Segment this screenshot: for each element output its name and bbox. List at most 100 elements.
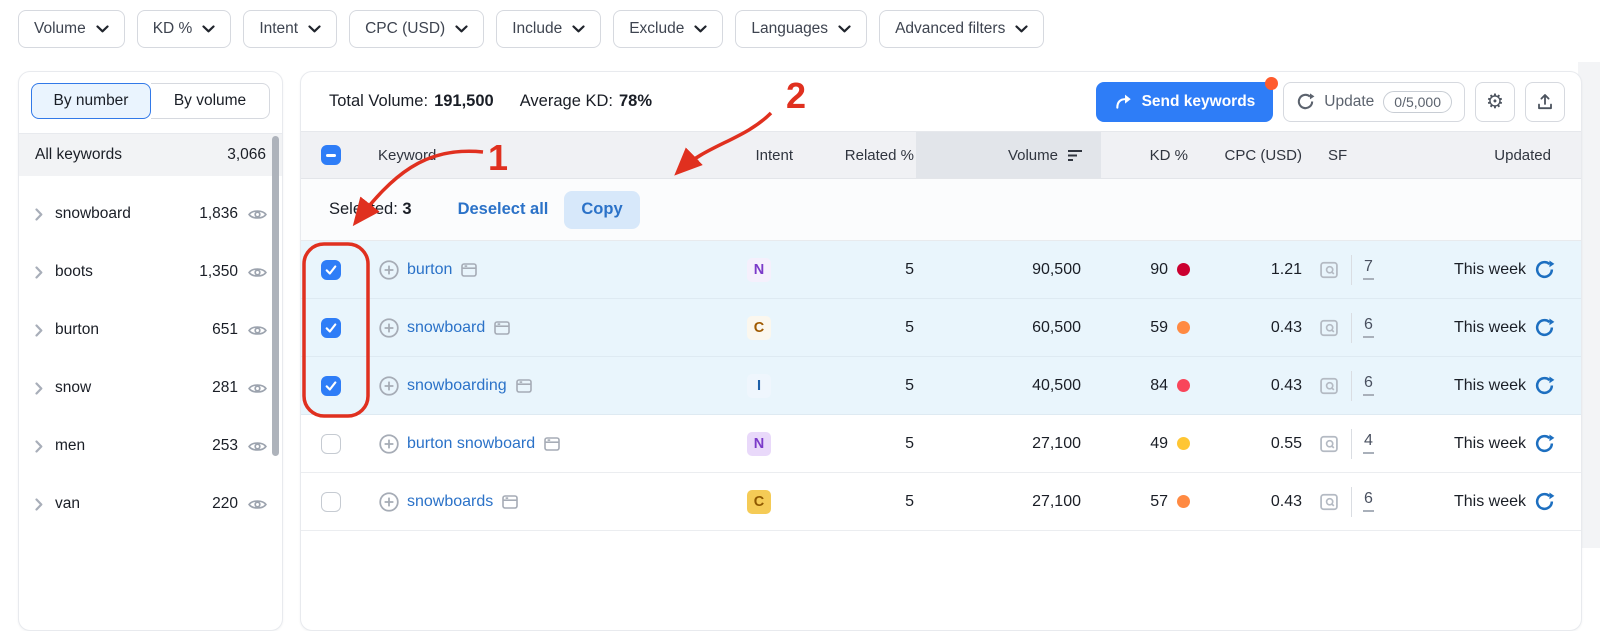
serp-card-icon[interactable] (542, 434, 562, 454)
send-keywords-button[interactable]: Send keywords (1096, 82, 1274, 122)
group-count: 220 (212, 495, 238, 513)
tab-by-number[interactable]: By number (31, 83, 151, 119)
filter-chip-label: Advanced filters (895, 20, 1005, 38)
serp-card-icon[interactable] (459, 260, 479, 280)
sf-count-link[interactable]: 6 (1363, 491, 1374, 512)
eye-icon[interactable] (247, 204, 268, 225)
filter-chip[interactable]: Include (496, 10, 601, 48)
selection-bar: Selected: 3 Deselect all Copy (301, 179, 1581, 241)
select-all-checkbox[interactable] (321, 145, 341, 165)
sf-count-link[interactable]: 6 (1363, 375, 1374, 396)
table-row: snowboards C 5 27,100 57 0.43 6 This wee… (301, 473, 1581, 531)
add-keyword-icon[interactable] (378, 433, 400, 455)
export-icon (1535, 92, 1555, 112)
updated-text: This week (1454, 319, 1526, 337)
refresh-icon[interactable] (1534, 259, 1555, 280)
update-label: Update (1324, 93, 1374, 111)
filter-chip[interactable]: Intent (243, 10, 337, 48)
group-count: 1,350 (199, 263, 238, 281)
filter-chip[interactable]: Volume (18, 10, 125, 48)
keyword-group-row[interactable]: men 253 (19, 417, 282, 475)
keyword-link[interactable]: snowboard (407, 319, 485, 337)
related-percent-cell: 5 (801, 357, 916, 414)
keyword-group-row[interactable]: van 220 (19, 475, 282, 533)
keyword-link[interactable]: snowboards (407, 493, 493, 511)
header-keyword[interactable]: Keyword (361, 132, 691, 178)
eye-icon[interactable] (247, 320, 268, 341)
keyword-group-row[interactable]: snowboard 1,836 (19, 185, 282, 243)
serp-card-icon[interactable] (500, 492, 520, 512)
kd-value: 49 (1150, 435, 1168, 453)
keyword-group-row[interactable]: boots 1,350 (19, 243, 282, 301)
eye-icon[interactable] (247, 262, 268, 283)
table-body: burton N 5 90,500 90 1.21 7 This week (301, 241, 1581, 531)
eye-icon[interactable] (247, 494, 268, 515)
header-kd[interactable]: KD % (1101, 132, 1196, 178)
refresh-icon[interactable] (1534, 317, 1555, 338)
serp-card-icon[interactable] (492, 318, 512, 338)
header-updated[interactable]: Updated (1406, 132, 1581, 178)
cpc-cell: 0.43 (1196, 473, 1306, 530)
intent-badge: C (747, 490, 771, 514)
chevron-down-icon (694, 25, 707, 33)
sf-count-link[interactable]: 4 (1363, 433, 1374, 454)
filter-chip[interactable]: Advanced filters (879, 10, 1044, 48)
keyword-link[interactable]: burton snowboard (407, 435, 535, 453)
chevron-down-icon (202, 25, 215, 33)
tab-by-volume[interactable]: By volume (151, 83, 270, 119)
deselect-all-button[interactable]: Deselect all (458, 200, 549, 219)
eye-icon[interactable] (247, 436, 268, 457)
header-volume[interactable]: Volume (916, 132, 1101, 178)
keyword-link[interactable]: burton (407, 261, 452, 279)
copy-button[interactable]: Copy (564, 191, 639, 229)
row-checkbox[interactable] (321, 376, 341, 396)
filter-chip-label: Intent (259, 20, 298, 38)
filter-chip[interactable]: Languages (735, 10, 867, 48)
header-intent[interactable]: Intent (691, 132, 801, 178)
related-percent-cell: 5 (801, 415, 916, 472)
row-checkbox[interactable] (321, 318, 341, 338)
all-keywords-count: 3,066 (227, 146, 266, 164)
sidebar-scrollbar[interactable] (272, 136, 279, 456)
add-keyword-icon[interactable] (378, 317, 400, 339)
row-checkbox[interactable] (321, 260, 341, 280)
filter-chip[interactable]: CPC (USD) (349, 10, 484, 48)
serp-features-icon[interactable] (1318, 433, 1340, 455)
table-row: burton snowboard N 5 27,100 49 0.55 4 Th… (301, 415, 1581, 473)
kd-value: 57 (1150, 493, 1168, 511)
serp-features-icon[interactable] (1318, 491, 1340, 513)
update-button[interactable]: Update 0/5,000 (1283, 82, 1465, 122)
header-sf[interactable]: SF (1306, 132, 1406, 178)
settings-button[interactable]: ⚙ (1475, 82, 1515, 122)
eye-icon[interactable] (247, 378, 268, 399)
serp-features-icon[interactable] (1318, 259, 1340, 281)
header-related[interactable]: Related % (801, 132, 916, 178)
filter-chip[interactable]: Exclude (613, 10, 723, 48)
chevron-right-icon (35, 382, 43, 395)
add-keyword-icon[interactable] (378, 259, 400, 281)
keyword-group-row[interactable]: burton 651 (19, 301, 282, 359)
refresh-icon[interactable] (1534, 375, 1555, 396)
serp-card-icon[interactable] (514, 376, 534, 396)
row-checkbox[interactable] (321, 492, 341, 512)
serp-features-icon[interactable] (1318, 375, 1340, 397)
all-keywords-row[interactable]: All keywords 3,066 (19, 134, 282, 176)
refresh-icon[interactable] (1534, 433, 1555, 454)
header-cpc[interactable]: CPC (USD) (1196, 132, 1306, 178)
filter-chip[interactable]: KD % (137, 10, 232, 48)
table-toolbar: Total Volume:191,500 Average KD:78% Send… (301, 72, 1581, 131)
keyword-group-row[interactable]: snow 281 (19, 359, 282, 417)
sf-count-link[interactable]: 7 (1363, 259, 1374, 280)
volume-cell: 40,500 (916, 357, 1101, 414)
serp-features-icon[interactable] (1318, 317, 1340, 339)
filter-chip-label: KD % (153, 20, 193, 38)
divider (1351, 313, 1352, 343)
sf-count-link[interactable]: 6 (1363, 317, 1374, 338)
chevron-down-icon (455, 25, 468, 33)
refresh-icon[interactable] (1534, 491, 1555, 512)
add-keyword-icon[interactable] (378, 491, 400, 513)
keyword-link[interactable]: snowboarding (407, 377, 507, 395)
add-keyword-icon[interactable] (378, 375, 400, 397)
row-checkbox[interactable] (321, 434, 341, 454)
export-button[interactable] (1525, 82, 1565, 122)
